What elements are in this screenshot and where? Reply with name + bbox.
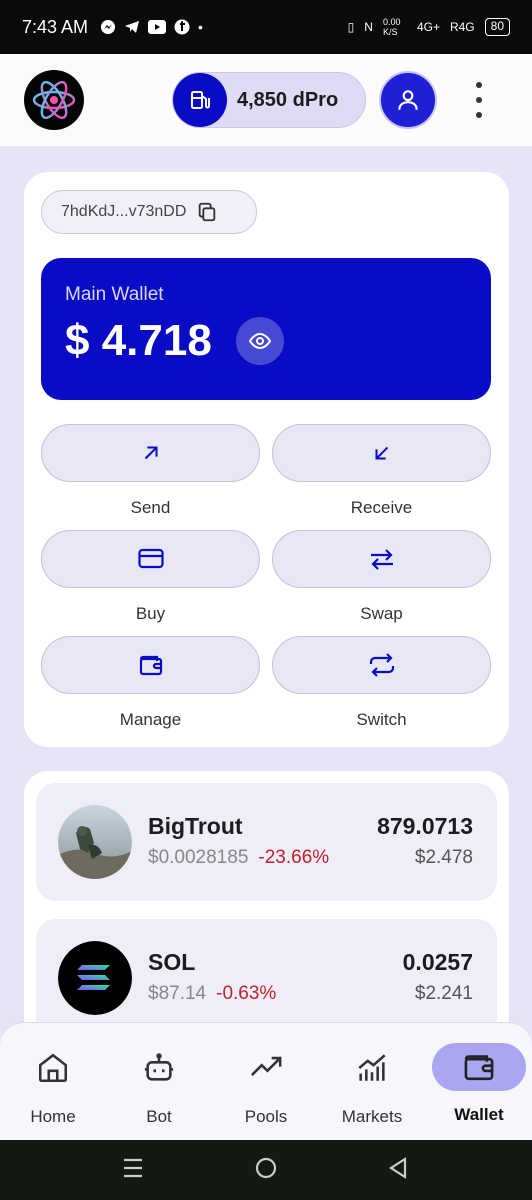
app-header: 4,850 dPro: [0, 54, 532, 146]
gas-balance-pill[interactable]: 4,850 dPro: [172, 72, 366, 128]
action-buy: Buy: [41, 530, 260, 624]
token-value: $2.241: [414, 983, 473, 1004]
system-icons: ▯ N 0.00 K/S 4G+ R4G 80: [348, 17, 510, 37]
action-send: Send: [41, 424, 260, 518]
token-row[interactable]: SOL $87.14 -0.63% 0.0257 $2.241: [36, 919, 497, 1037]
action-switch: Switch: [272, 636, 491, 730]
nav-wallet-label: Wallet: [454, 1105, 504, 1124]
swap-arrows-icon: [370, 549, 393, 570]
nav-bot[interactable]: Bot: [109, 1043, 209, 1127]
bar-chart-icon: [358, 1054, 386, 1081]
switch-label: Switch: [356, 710, 407, 729]
network-r4g: R4G: [449, 20, 475, 34]
telegram-icon: [125, 21, 140, 33]
user-icon: [398, 90, 418, 110]
switch-button[interactable]: [272, 636, 491, 694]
wallet-icon: [139, 655, 162, 676]
send-label: Send: [130, 498, 171, 517]
sol-token-icon: [58, 941, 132, 1015]
action-receive: Receive: [272, 424, 491, 518]
back-icon[interactable]: [387, 1156, 409, 1180]
wallet-address-pill[interactable]: 7hdKdJ...v73nDD: [41, 190, 257, 234]
recents-icon[interactable]: [122, 1156, 144, 1180]
repeat-icon: [369, 653, 394, 677]
copy-icon[interactable]: [196, 201, 218, 223]
atom-logo-icon: [32, 80, 76, 120]
more-dot-icon: [476, 112, 482, 118]
token-name: SOL: [148, 949, 196, 975]
youtube-icon: [148, 20, 167, 34]
token-price-row: $87.14 -0.63%: [148, 983, 276, 1005]
trending-up-icon: [250, 1056, 282, 1076]
buy-label: Buy: [135, 604, 166, 623]
arrow-down-left-icon: [374, 446, 388, 460]
nav-bot-label: Bot: [146, 1107, 172, 1126]
wallet-balance: $ 4.718: [65, 316, 212, 365]
facebook-icon: [174, 19, 190, 35]
receive-button[interactable]: [272, 424, 491, 482]
bottom-navigation: Home Bot Pools Markets Wallet: [0, 1022, 532, 1140]
more-menu-button[interactable]: [468, 82, 490, 118]
more-dot-icon: [476, 82, 482, 88]
arrow-up-right-icon: [144, 446, 158, 460]
manage-label: Manage: [119, 710, 182, 729]
eye-icon: [248, 332, 271, 350]
wallet-label: Main Wallet: [65, 284, 164, 305]
app-logo[interactable]: [24, 70, 84, 130]
nav-pools-label: Pools: [244, 1107, 288, 1126]
messenger-icon: [101, 20, 116, 34]
battery-indicator: 80: [484, 18, 510, 36]
network-4g: 4G+: [416, 20, 440, 34]
receive-label: Receive: [350, 498, 413, 517]
more-dot-icon: [476, 97, 482, 103]
profile-button[interactable]: [379, 71, 437, 129]
toggle-balance-button[interactable]: [235, 317, 284, 365]
status-time: 7:43 AM: [22, 16, 89, 37]
token-value: $2.478: [414, 847, 473, 868]
nav-wallet[interactable]: Wallet: [429, 1043, 529, 1125]
dot-icon: •: [198, 19, 203, 35]
token-change: -23.66%: [258, 847, 330, 868]
action-swap: Swap: [272, 530, 491, 624]
nav-markets[interactable]: Markets: [322, 1043, 422, 1127]
token-price: $87.14: [148, 983, 207, 1004]
net-speed: 0.00 K/S: [382, 17, 401, 37]
status-bar: 7:43 AM • ▯ N 0.00 K/S 4G+ R4G 80: [0, 0, 532, 54]
token-change: -0.63%: [216, 983, 277, 1004]
swap-button[interactable]: [272, 530, 491, 588]
home-icon: [38, 1053, 68, 1083]
home-circle-icon[interactable]: [254, 1156, 278, 1180]
token-price: $0.0028185: [148, 847, 249, 868]
system-navigation-bar: [0, 1140, 532, 1200]
token-name: BigTrout: [148, 813, 243, 839]
credit-card-icon: [137, 548, 164, 569]
nav-markets-label: Markets: [341, 1107, 403, 1126]
nav-home[interactable]: Home: [3, 1043, 103, 1127]
fuel-icon: [173, 73, 227, 127]
nfc-icon: N: [364, 20, 373, 34]
token-row[interactable]: BigTrout $0.0028185 -23.66% 879.0713 $2.4…: [36, 783, 497, 901]
gas-balance: 4,850 dPro: [237, 88, 339, 111]
bot-icon: [144, 1053, 174, 1081]
manage-button[interactable]: [41, 636, 260, 694]
swap-label: Swap: [360, 604, 403, 623]
send-button[interactable]: [41, 424, 260, 482]
bigtrout-token-icon: [58, 805, 132, 879]
token-price-row: $0.0028185 -23.66%: [148, 847, 329, 869]
wallet-card: 7hdKdJ...v73nDD Main Wallet $ 4.718 Send…: [24, 172, 509, 747]
nav-pools[interactable]: Pools: [216, 1043, 316, 1127]
action-manage: Manage: [41, 636, 260, 730]
vibrate-icon: ▯: [347, 20, 355, 34]
wallet-icon: [464, 1055, 494, 1081]
notification-icons: •: [100, 19, 203, 35]
wallet-address: 7hdKdJ...v73nDD: [61, 203, 187, 220]
buy-button[interactable]: [41, 530, 260, 588]
main-wallet-panel: Main Wallet $ 4.718: [41, 258, 491, 400]
nav-home-label: Home: [30, 1107, 76, 1126]
token-amount: 0.0257: [402, 949, 473, 975]
token-amount: 879.0713: [377, 813, 473, 839]
